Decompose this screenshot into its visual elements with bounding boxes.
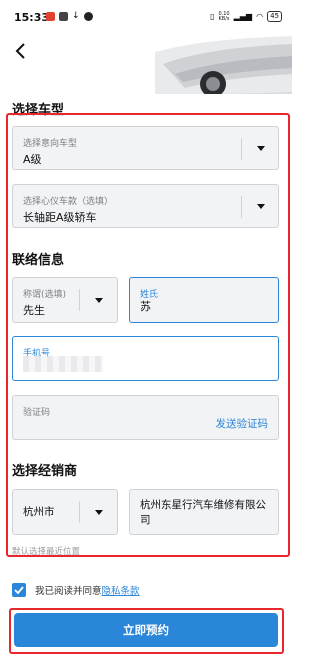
- masked-phone-value: [23, 356, 103, 372]
- chevron-down-icon: [257, 204, 265, 209]
- page-header: [0, 34, 292, 94]
- car-banner-image: [155, 36, 292, 94]
- agreement-row: 我已阅读并同意隐私条款: [12, 583, 140, 597]
- network-speed: 0.10 KB/s: [218, 10, 230, 22]
- verification-code-input[interactable]: 验证码 发送验证码: [12, 395, 279, 440]
- intended-model-select[interactable]: 选择意向车型 A级: [12, 126, 279, 170]
- model-trim-select[interactable]: 选择心仪车款（选填） 长轴距A级轿车: [12, 184, 279, 228]
- intended-model-value: A级: [23, 153, 42, 166]
- notification-icons: ↓: [46, 12, 93, 21]
- section-title-contact: 联络信息: [12, 253, 65, 268]
- surname-input[interactable]: 姓氏 苏: [129, 277, 279, 323]
- status-time: 15:33: [14, 11, 50, 24]
- salutation-select[interactable]: 称谓(选填) 先生: [12, 277, 118, 323]
- select-divider: [79, 289, 80, 311]
- salutation-value: 先生: [23, 304, 45, 317]
- check-icon: [14, 586, 24, 595]
- salutation-label: 称谓(选填): [23, 290, 67, 300]
- agreement-prefix: 我已阅读并同意: [35, 586, 102, 597]
- intended-model-label: 选择意向车型: [23, 139, 78, 149]
- battery-icon: 45: [267, 11, 282, 22]
- download-icon: ↓: [72, 11, 80, 21]
- model-trim-value: 长轴距A级轿车: [23, 211, 97, 224]
- send-code-button[interactable]: 发送验证码: [216, 416, 269, 431]
- phone-input[interactable]: 手机号: [12, 336, 279, 381]
- city-select[interactable]: 杭州市: [12, 489, 118, 535]
- model-trim-label: 选择心仪车款（选填）: [23, 197, 114, 207]
- status-bar: 15:33 ↓ ▯ 0.10 KB/s ▂▄▆ ◠ 45: [0, 0, 292, 34]
- select-divider: [241, 138, 242, 160]
- city-value: 杭州市: [23, 506, 55, 518]
- chevron-down-icon: [95, 510, 103, 515]
- chevron-down-icon: [95, 298, 103, 303]
- agreement-checkbox[interactable]: [12, 583, 26, 597]
- chevron-down-icon: [257, 146, 265, 151]
- select-divider: [241, 196, 242, 218]
- signal-icon: ▂▄▆: [233, 12, 253, 21]
- dealer-select[interactable]: 杭州东星行汽车维修有限公司: [129, 489, 279, 535]
- surname-value: 苏: [140, 300, 151, 313]
- back-arrow-icon[interactable]: [10, 40, 32, 62]
- status-indicators: ▯ 0.10 KB/s ▂▄▆ ◠ 45: [210, 11, 282, 22]
- nearest-location-hint: 默认选择最近位置: [12, 547, 81, 557]
- dealer-name: 杭州东星行汽车维修有限公司: [140, 499, 266, 526]
- wifi-icon: ◠: [256, 12, 264, 21]
- app-notification-icon: [46, 12, 55, 21]
- select-divider: [79, 501, 80, 523]
- app-notification-icon: [83, 12, 93, 21]
- agreement-text: 我已阅读并同意隐私条款: [35, 583, 140, 597]
- vibrate-icon: ▯: [210, 12, 215, 21]
- app-notification-icon: [59, 12, 68, 21]
- code-label: 验证码: [23, 408, 51, 418]
- submit-booking-button[interactable]: 立即预约: [14, 613, 278, 647]
- privacy-policy-link[interactable]: 隐私条款: [102, 586, 140, 597]
- section-title-dealer: 选择经销商: [12, 464, 78, 479]
